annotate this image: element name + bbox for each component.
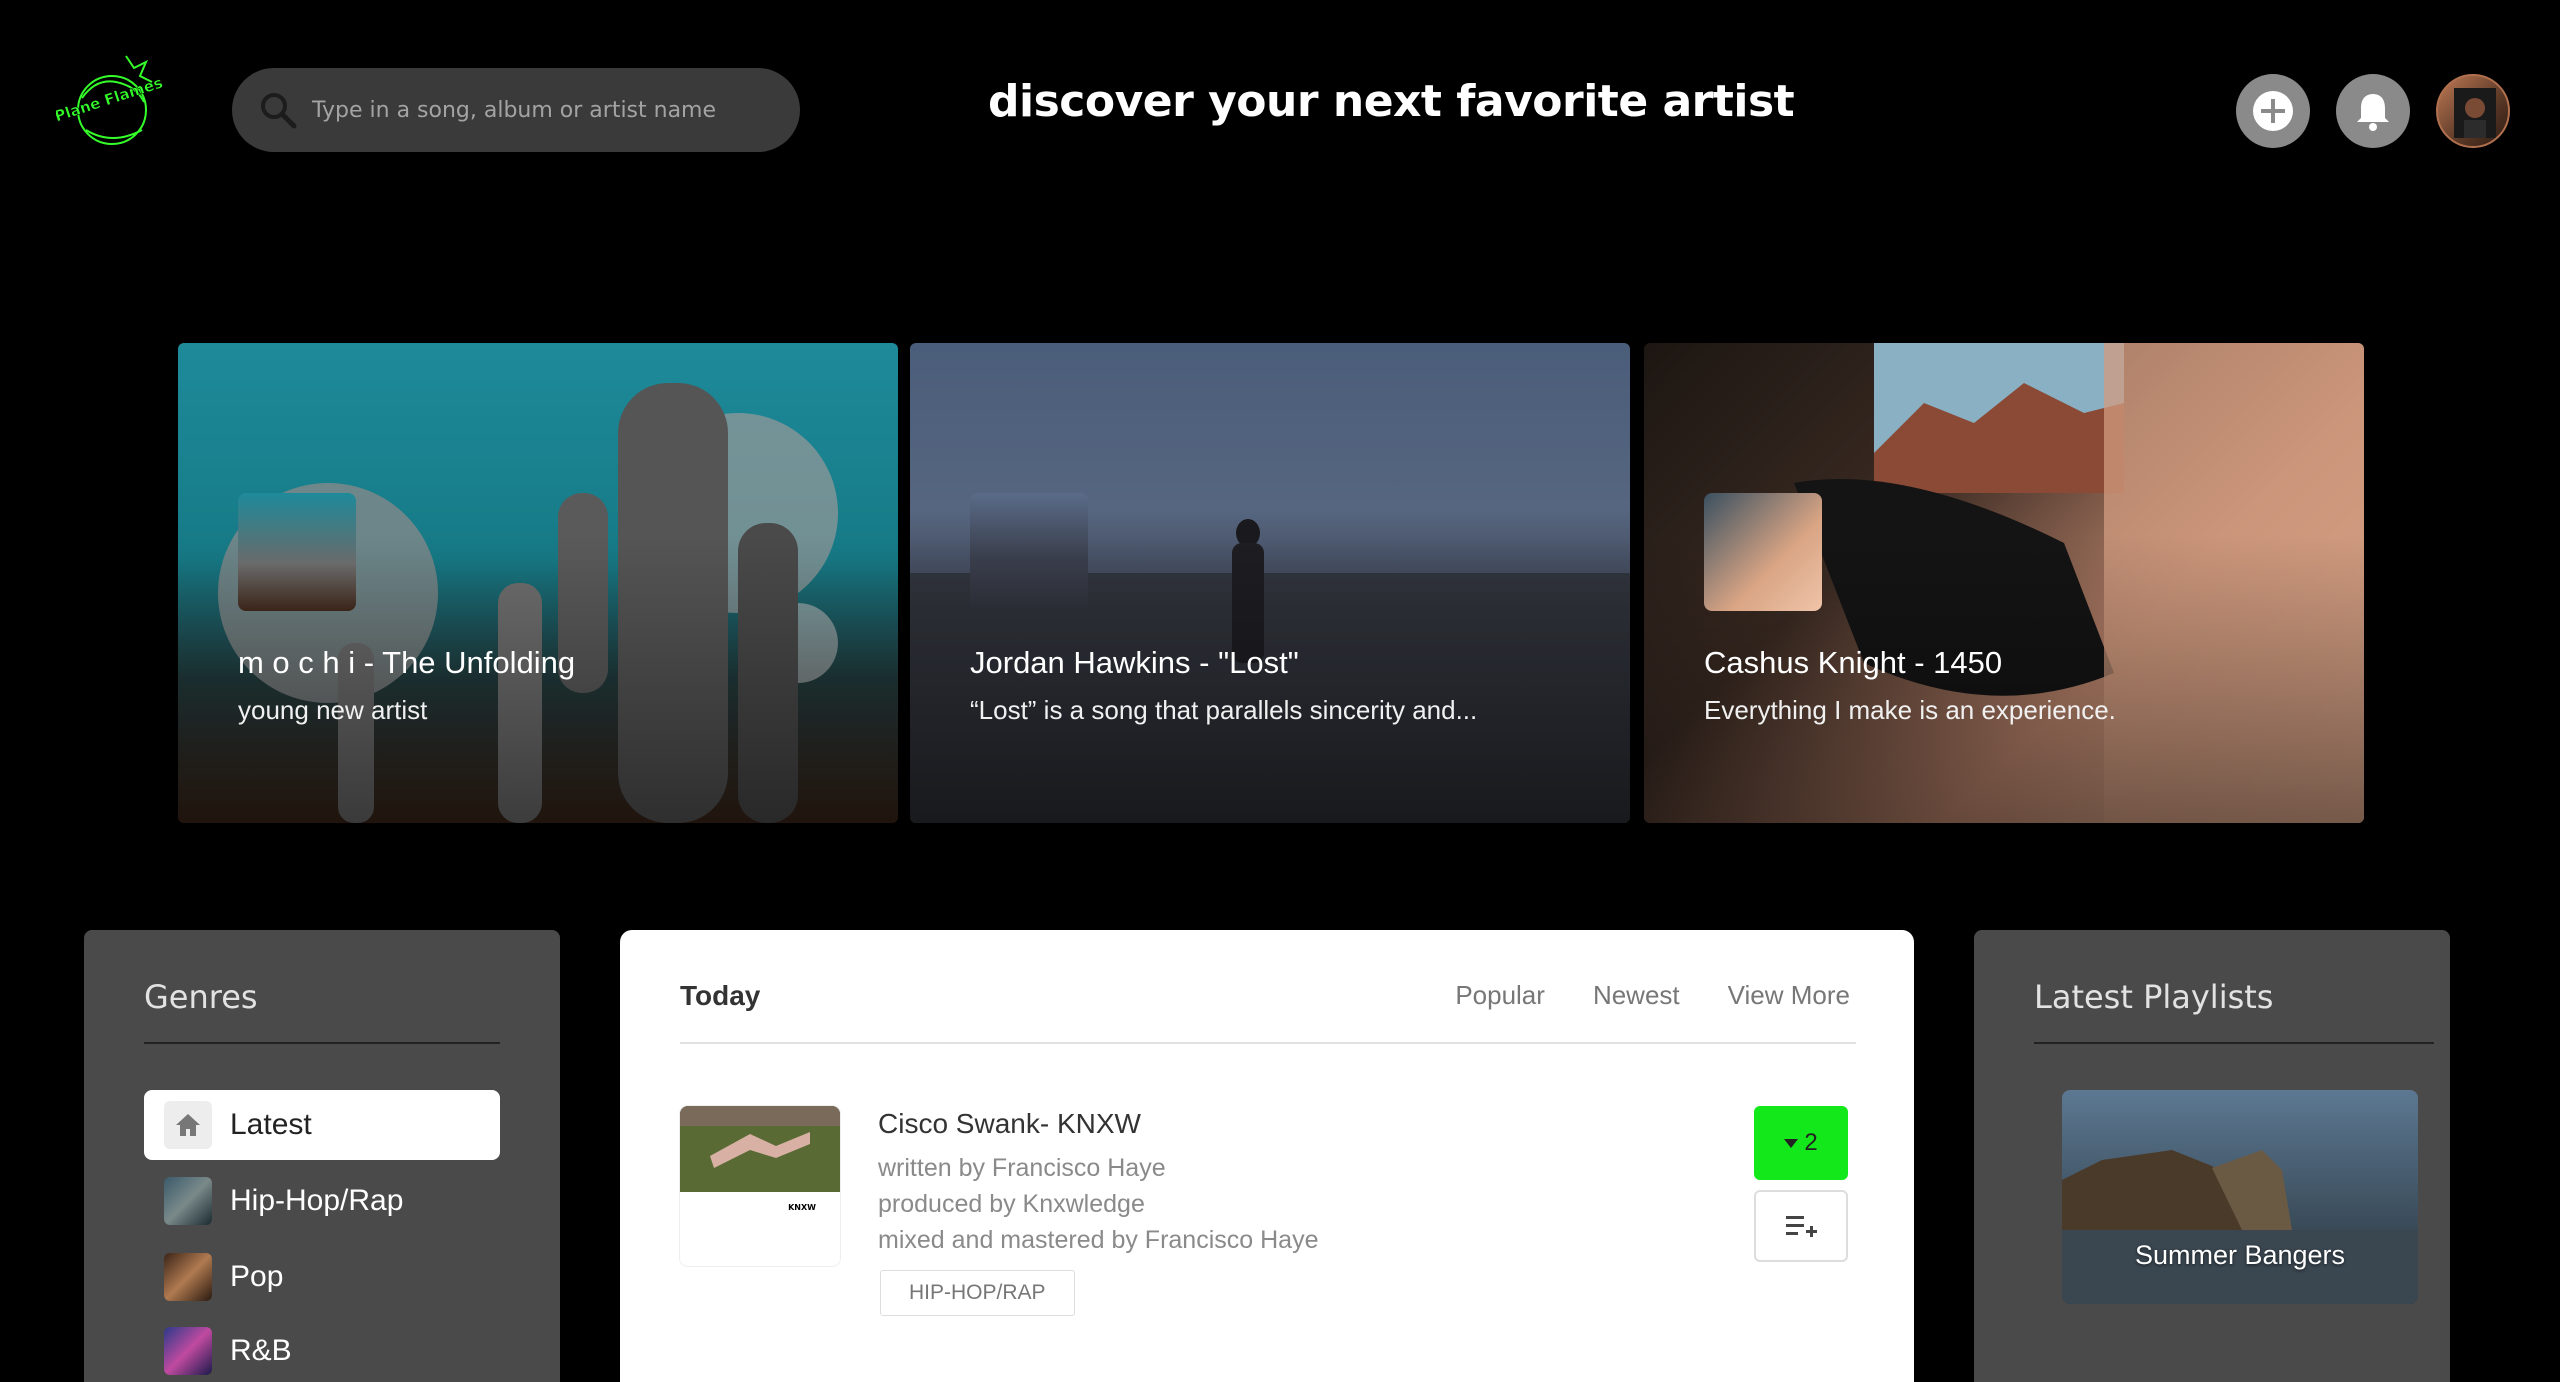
search-input[interactable] [312,97,752,123]
home-icon [164,1101,212,1149]
featured-title: Cashus Knight - 1450 [1704,645,2003,680]
song-mix-credit: mixed and mastered by Francisco Haye [878,1226,1319,1254]
featured-card[interactable]: Cashus Knight - 1450 Everything I make i… [1644,343,2364,823]
artwork-label: KNXW [788,1203,816,1212]
genre-item-hiphop[interactable]: Hip-Hop/Rap [144,1166,500,1236]
featured-title: Jordan Hawkins - "Lost" [970,645,1299,680]
featured-subtitle: young new artist [238,695,428,725]
divider [680,1042,1856,1044]
page-headline: discover your next favorite artist [988,76,1795,127]
genres-panel: Genres Latest Hip-Hop/Rap Pop R&B [84,930,560,1382]
genre-item-rnb[interactable]: R&B [144,1316,500,1382]
playlist-name: Summer Bangers [2134,1240,2346,1270]
featured-thumbnail [970,493,1088,611]
genre-item-latest[interactable]: Latest [144,1090,500,1160]
playlist-card[interactable]: Summer Bangers [2062,1090,2418,1304]
bell-icon [2357,94,2389,131]
feed-tabs: Popular Newest View More [1455,980,1850,1011]
song-writer-credit: written by Francisco Haye [878,1154,1166,1182]
featured-thumbnail [1704,493,1822,611]
app-logo[interactable]: Plane Flames [52,38,168,170]
playlists-title: Latest Playlists [2034,978,2274,1016]
featured-title: m o c h i - The Unfolding [238,645,576,680]
genre-label: Latest [230,1108,312,1141]
featured-card[interactable]: Jordan Hawkins - "Lost" “Lost” is a song… [910,343,1630,823]
search-bar[interactable] [232,68,800,152]
genre-thumb-icon [164,1327,212,1375]
genre-item-pop[interactable]: Pop [144,1242,500,1312]
featured-subtitle: “Lost” is a song that parallels sincerit… [970,695,1478,725]
add-to-playlist-button[interactable] [1754,1190,1848,1262]
featured-thumbnail [238,493,356,611]
add-button[interactable] [2236,74,2310,148]
genre-tag[interactable]: HIP-HOP/RAP [880,1270,1075,1316]
view-more-link[interactable]: View More [1728,980,1850,1011]
vote-count: 2 [1804,1129,1818,1156]
tab-popular[interactable]: Popular [1455,980,1545,1011]
notifications-button[interactable] [2336,74,2410,148]
feed-heading: Today [680,980,761,1011]
search-icon [261,93,297,129]
playlist-add-icon [1786,1216,1817,1237]
tab-newest[interactable]: Newest [1593,980,1680,1011]
genre-thumb-icon [164,1177,212,1225]
genre-label: R&B [230,1334,292,1367]
divider [2034,1042,2434,1044]
plus-icon [2253,91,2293,131]
song-artwork[interactable]: KNXW [680,1106,840,1266]
featured-subtitle: Everything I make is an experience. [1704,695,2116,725]
playlist-artwork [2062,1090,2418,1304]
featured-card[interactable]: m o c h i - The Unfolding young new arti… [178,343,898,823]
song-title[interactable]: Cisco Swank- KNXW [878,1108,1141,1140]
caret-down-icon [1784,1138,1799,1148]
playlists-panel: Latest Playlists Summer Bangers [1974,930,2450,1382]
genres-title: Genres [144,978,258,1016]
avatar-image [2454,88,2496,138]
genre-label: Pop [230,1260,284,1293]
genre-thumb-icon [164,1253,212,1301]
genre-label: Hip-Hop/Rap [230,1184,404,1217]
song-producer-credit: produced by Knxwledge [878,1190,1145,1218]
divider [144,1042,500,1044]
vote-button[interactable]: 2 [1754,1106,1848,1180]
feed-panel: Today Popular Newest View More KNXW Cisc… [620,930,1914,1382]
avatar[interactable] [2436,74,2510,148]
